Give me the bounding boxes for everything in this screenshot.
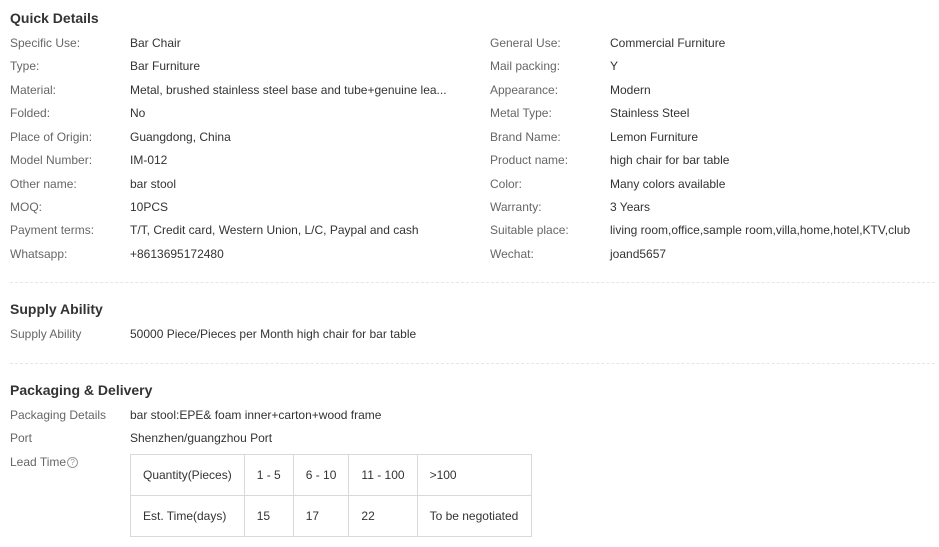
detail-label: Wechat: <box>490 247 534 261</box>
detail-label: Type: <box>10 59 40 73</box>
packaging-details-label: Packaging Details <box>10 408 107 422</box>
supply-ability-label: Supply Ability <box>10 327 82 341</box>
table-row: Quantity(Pieces) 1 - 5 6 - 10 11 - 100 >… <box>130 454 532 496</box>
detail-label: Material: <box>10 83 57 97</box>
detail-value: Bar Furniture <box>130 59 201 73</box>
help-icon[interactable]: ? <box>67 457 79 469</box>
detail-value: Lemon Furniture <box>610 130 699 144</box>
packaging-delivery-title: Packaging & Delivery <box>10 382 153 398</box>
detail-value: 10PCS <box>130 200 169 214</box>
table-cell: To be negotiated <box>416 495 532 537</box>
detail-label: Appearance: <box>490 83 559 97</box>
table-cell: 17 <box>292 495 350 537</box>
detail-label: Model Number: <box>10 153 93 167</box>
detail-label: Payment terms: <box>10 223 95 237</box>
detail-label: Whatsapp: <box>10 247 68 261</box>
detail-label: Suitable place: <box>490 223 569 237</box>
table-cell: 1 - 5 <box>243 454 294 496</box>
table-cell: 6 - 10 <box>292 454 350 496</box>
detail-label: Metal Type: <box>490 106 552 120</box>
lead-time-label: Lead Time? <box>10 455 79 469</box>
section-divider <box>10 282 935 283</box>
detail-label: Brand Name: <box>490 130 561 144</box>
detail-value: Bar Chair <box>130 36 181 50</box>
detail-value: +8613695172480 <box>130 247 224 261</box>
table-cell: 22 <box>348 495 418 537</box>
detail-value: Guangdong, China <box>130 130 231 144</box>
table-cell: >100 <box>416 454 532 496</box>
detail-value: Modern <box>610 83 651 97</box>
table-row: Est. Time(days) 15 17 22 To be negotiate… <box>130 495 532 537</box>
detail-label: Other name: <box>10 177 77 191</box>
detail-value: high chair for bar table <box>610 153 730 167</box>
table-cell: Est. Time(days) <box>130 495 245 537</box>
detail-value: Many colors available <box>610 177 726 191</box>
table-cell: 15 <box>243 495 294 537</box>
port-label: Port <box>10 431 33 445</box>
quick-details-title: Quick Details <box>10 10 99 26</box>
detail-label: Folded: <box>10 106 51 120</box>
detail-label: Color: <box>490 177 523 191</box>
table-cell: Quantity(Pieces) <box>130 454 245 496</box>
detail-value: T/T, Credit card, Western Union, L/C, Pa… <box>130 223 419 237</box>
lead-time-table: Quantity(Pieces) 1 - 5 6 - 10 11 - 100 >… <box>130 454 532 537</box>
detail-value: bar stool <box>130 177 177 191</box>
detail-label: MOQ: <box>10 200 42 214</box>
detail-value: No <box>130 106 146 120</box>
detail-value: joand5657 <box>610 247 667 261</box>
detail-value: IM-012 <box>130 153 168 167</box>
table-cell: 11 - 100 <box>348 454 418 496</box>
supply-ability-title: Supply Ability <box>10 301 103 317</box>
detail-label: Place of Origin: <box>10 130 93 144</box>
detail-value: Metal, brushed stainless steel base and … <box>130 83 447 97</box>
lead-time-text: Lead Time <box>10 455 67 469</box>
detail-value: living room,office,sample room,villa,hom… <box>610 223 911 237</box>
section-divider <box>10 363 935 364</box>
detail-value: Commercial Furniture <box>610 36 726 50</box>
detail-label: General Use: <box>490 36 561 50</box>
supply-ability-value: 50000 Piece/Pieces per Month high chair … <box>130 327 417 341</box>
detail-value: 3 Years <box>610 200 651 214</box>
detail-label: Mail packing: <box>490 59 561 73</box>
detail-label: Product name: <box>490 153 569 167</box>
detail-value: Stainless Steel <box>610 106 690 120</box>
detail-label: Specific Use: <box>10 36 81 50</box>
packaging-details-value: bar stool:EPE& foam inner+carton+wood fr… <box>130 408 382 422</box>
detail-label: Warranty: <box>490 200 542 214</box>
port-value: Shenzhen/guangzhou Port <box>130 431 273 445</box>
detail-value: Y <box>610 59 619 73</box>
